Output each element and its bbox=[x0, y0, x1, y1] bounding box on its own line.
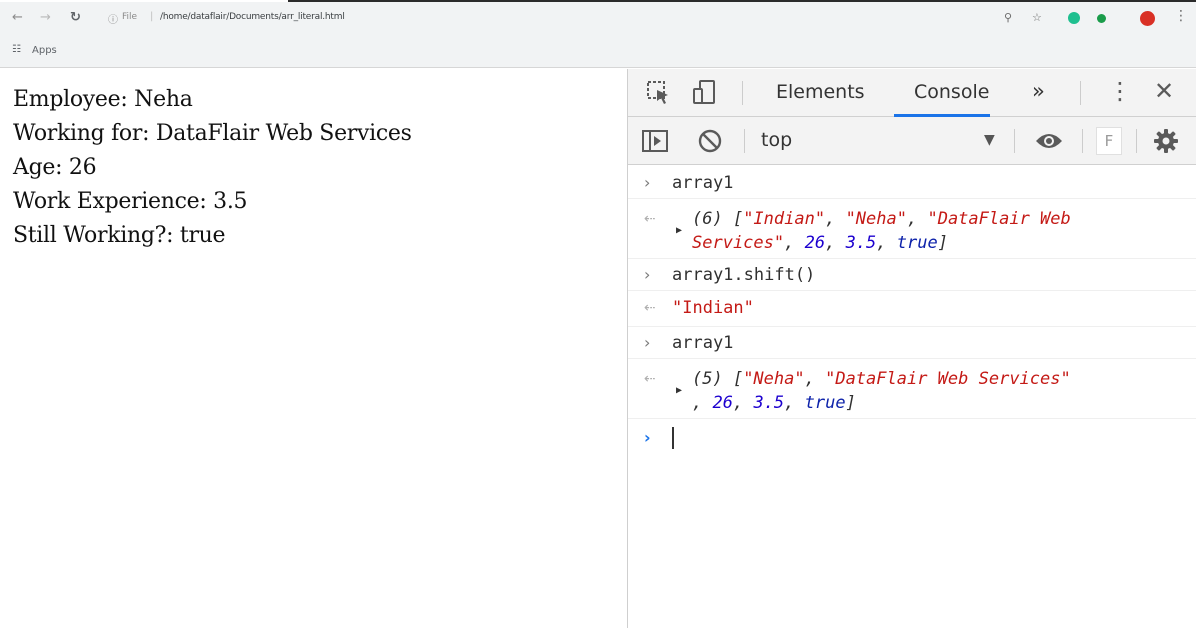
toolbar-divider bbox=[744, 129, 745, 153]
console-output-row: ⇠ ▶ (5) ["Neha", "DataFlair Web Services… bbox=[628, 359, 1196, 419]
console-input-row: › array1 bbox=[628, 165, 1196, 199]
array-preview-line-2[interactable]: , 26, 3.5, true] bbox=[692, 391, 856, 415]
filter-input[interactable]: F bbox=[1096, 127, 1122, 155]
expand-triangle-icon[interactable]: ▶ bbox=[676, 379, 682, 403]
devtools-menu-icon[interactable]: ⋮ bbox=[1108, 77, 1132, 105]
console-input-row: › array1 bbox=[628, 327, 1196, 359]
page-viewport: Employee: Neha Working for: DataFlair We… bbox=[0, 69, 627, 628]
array-preview-line-1[interactable]: (5) ["Neha", "DataFlair Web Services" bbox=[692, 367, 1071, 391]
clear-console-icon[interactable] bbox=[698, 129, 722, 157]
forward-arrow-icon[interactable]: → bbox=[40, 10, 51, 25]
url-scheme-label: File bbox=[122, 12, 138, 22]
apps-bookmark[interactable]: Apps bbox=[32, 45, 57, 56]
output-return-icon: ⇠ bbox=[644, 371, 656, 387]
tabbar-divider bbox=[742, 81, 743, 105]
extension-red-icon[interactable] bbox=[1140, 11, 1155, 26]
url-input[interactable]: /home/dataflair/Documents/arr_literal.ht… bbox=[160, 12, 345, 22]
still-working-line: Still Working?: true bbox=[13, 223, 226, 248]
extension-green-icon[interactable] bbox=[1068, 12, 1080, 24]
info-icon[interactable]: ⓘ bbox=[108, 11, 118, 26]
input-prompt-icon: › bbox=[644, 333, 651, 352]
bookmarks-bar: ☷ Apps bbox=[0, 40, 1196, 66]
inspect-element-icon[interactable] bbox=[646, 80, 672, 110]
console-messages: › array1 ⇠ ▶ (6) ["Indian", "Neha", "Dat… bbox=[628, 165, 1196, 459]
execution-context-select[interactable]: top bbox=[761, 129, 792, 151]
work-experience-line: Work Experience: 3.5 bbox=[13, 189, 248, 214]
input-prompt-icon: › bbox=[644, 173, 651, 192]
show-sidebar-icon[interactable] bbox=[642, 130, 668, 156]
console-command: array1.shift() bbox=[672, 265, 816, 285]
console-output-row: ⇠ ▶ (6) ["Indian", "Neha", "DataFlair We… bbox=[628, 199, 1196, 259]
toolbar-divider-4 bbox=[1136, 129, 1137, 153]
array-preview-line-2[interactable]: Services", 26, 3.5, true] bbox=[692, 231, 948, 255]
reload-icon[interactable]: ↻ bbox=[70, 10, 81, 25]
devtools-tabbar: Elements Console » ⋮ ✕ bbox=[628, 69, 1196, 117]
close-devtools-icon[interactable]: ✕ bbox=[1154, 77, 1174, 105]
browser-menu-icon[interactable]: ⋮ bbox=[1174, 8, 1188, 24]
console-command: array1 bbox=[672, 173, 734, 193]
working-for-line: Working for: DataFlair Web Services bbox=[13, 121, 412, 146]
console-input-row: › array1.shift() bbox=[628, 259, 1196, 291]
age-line: Age: 26 bbox=[13, 155, 97, 180]
tabbar-divider-2 bbox=[1080, 81, 1081, 105]
input-prompt-icon: › bbox=[644, 265, 651, 284]
shift-return-value: "Indian" bbox=[672, 298, 754, 318]
array-preview-line-1[interactable]: (6) ["Indian", "Neha", "DataFlair Web bbox=[692, 207, 1071, 231]
toolbar-divider-2 bbox=[1014, 129, 1015, 153]
console-settings-gear-icon[interactable] bbox=[1152, 127, 1180, 159]
extension-dot-icon[interactable] bbox=[1097, 14, 1106, 23]
url-separator: | bbox=[150, 11, 154, 22]
expand-triangle-icon[interactable]: ▶ bbox=[676, 219, 682, 243]
tab-elements[interactable]: Elements bbox=[776, 81, 865, 103]
star-bookmark-icon[interactable]: ☆ bbox=[1032, 11, 1042, 24]
console-toolbar: top ▼ F bbox=[628, 117, 1196, 165]
output-return-icon: ⇠ bbox=[644, 211, 656, 227]
back-arrow-icon[interactable]: ← bbox=[12, 10, 23, 25]
console-command: array1 bbox=[672, 333, 734, 353]
zoom-icon[interactable]: ⚲ bbox=[1004, 11, 1012, 24]
browser-chrome: ← → ↻ ⓘ File | /home/dataflair/Documents… bbox=[0, 2, 1196, 68]
apps-grid-icon[interactable]: ☷ bbox=[12, 44, 21, 55]
toolbar-divider-3 bbox=[1082, 129, 1083, 153]
console-output-row: ⇠ "Indian" bbox=[628, 291, 1196, 327]
more-tabs-button[interactable]: » bbox=[1032, 79, 1045, 103]
devtools-panel: Elements Console » ⋮ ✕ top ▼ F › array1 … bbox=[627, 69, 1196, 628]
context-dropdown-arrow-icon[interactable]: ▼ bbox=[984, 132, 995, 148]
live-expression-eye-icon[interactable] bbox=[1034, 130, 1064, 156]
device-toolbar-icon[interactable] bbox=[692, 79, 718, 111]
employee-line: Employee: Neha bbox=[13, 87, 193, 112]
address-bar-row: ← → ↻ ⓘ File | /home/dataflair/Documents… bbox=[0, 2, 1196, 36]
active-prompt-icon: › bbox=[644, 428, 651, 447]
console-prompt-row[interactable]: › bbox=[628, 419, 1196, 459]
output-return-icon: ⇠ bbox=[644, 300, 656, 316]
console-input-caret[interactable] bbox=[672, 427, 674, 449]
tab-console[interactable]: Console bbox=[914, 81, 989, 103]
